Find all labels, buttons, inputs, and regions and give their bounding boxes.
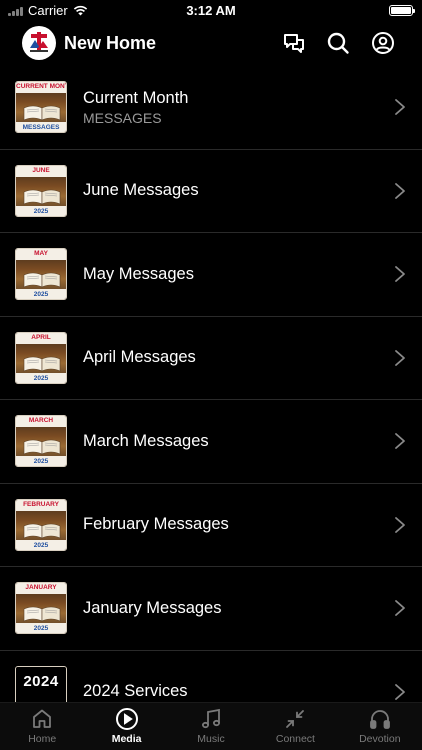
status-bar: Carrier 3:12 AM [0, 0, 422, 22]
thumb-year-label: 2025 [33, 541, 49, 549]
tab-label: Home [28, 733, 57, 745]
music-note-icon [199, 707, 223, 731]
item-text: June Messages [83, 181, 199, 200]
connect-arrows-icon [283, 707, 307, 731]
chevron-right-icon [394, 432, 406, 450]
thumb-year-label: 2024 [23, 672, 59, 690]
thumb-year-label: 2025 [33, 207, 49, 215]
tab-label: Devotion [359, 733, 401, 745]
item-thumbnail: 2024 [15, 665, 67, 704]
chat-icon [284, 34, 304, 53]
thumb-month-label: MARCH [28, 417, 54, 425]
thumb-month-label: CURRENT MONTH [16, 83, 66, 91]
list-item[interactable]: JANUARY 2025 January Messages [0, 567, 422, 651]
tab-devotion[interactable]: Devotion [338, 703, 422, 750]
profile-button[interactable] [370, 30, 396, 56]
item-title: April Messages [83, 348, 196, 367]
list-item[interactable]: JUNE 2025 June Messages [0, 150, 422, 233]
tab-label: Media [111, 733, 142, 745]
media-list: CURRENT MONTH MESSAGES Current Month MES… [0, 66, 422, 704]
search-button[interactable] [325, 30, 351, 56]
item-subtitle: MESSAGES [83, 109, 162, 126]
item-title: 2024 Services [83, 682, 188, 701]
church-logo[interactable] [22, 26, 56, 60]
list-item[interactable]: 2024 2024 Services [0, 651, 422, 704]
item-thumbnail: MAY 2025 [15, 248, 67, 301]
chevron-right-icon [394, 683, 406, 701]
item-text: Current Month MESSAGES [83, 89, 188, 126]
thumb-month-label: MAY [34, 250, 48, 258]
item-thumbnail: CURRENT MONTH MESSAGES [15, 81, 67, 134]
item-title: January Messages [83, 598, 222, 617]
item-text: January Messages [83, 599, 222, 618]
open-bible-icon [23, 189, 61, 205]
battery-icon [389, 5, 415, 16]
chat-button[interactable] [281, 30, 307, 56]
thumb-year-label: 2025 [33, 291, 49, 299]
item-title: February Messages [83, 515, 229, 534]
item-text: February Messages [83, 515, 229, 534]
logo-icon [23, 27, 55, 59]
item-title: March Messages [83, 431, 209, 450]
open-bible-icon [23, 606, 61, 622]
tab-bar: Home Media Music Connect Devotion [0, 702, 422, 750]
chevron-right-icon [394, 599, 406, 617]
item-thumbnail: APRIL 2025 [15, 331, 67, 384]
thumb-year-label: MESSAGES [22, 124, 60, 132]
item-text: May Messages [83, 265, 194, 284]
chevron-right-icon [394, 265, 406, 283]
chevron-right-icon [394, 98, 406, 116]
chevron-right-icon [394, 182, 406, 200]
item-thumbnail: FEBRUARY 2025 [15, 498, 67, 551]
search-icon [327, 32, 349, 54]
item-title: May Messages [83, 264, 194, 283]
play-circle-icon [115, 707, 139, 731]
home-icon [30, 707, 54, 731]
list-item[interactable]: MARCH 2025 March Messages [0, 400, 422, 484]
thumb-month-label: JANUARY [25, 584, 57, 592]
thumb-year-label: 2025 [33, 625, 49, 633]
open-bible-icon [23, 356, 61, 372]
tab-home[interactable]: Home [0, 703, 84, 750]
thumb-month-label: FEBRUARY [23, 500, 59, 508]
thumb-year-label: 2025 [33, 458, 49, 466]
tab-connect[interactable]: Connect [253, 703, 337, 750]
tab-label: Music [197, 733, 225, 745]
list-item[interactable]: CURRENT MONTH MESSAGES Current Month MES… [0, 66, 422, 150]
thumb-month-label: APRIL [31, 333, 51, 341]
status-time: 3:12 AM [186, 3, 236, 18]
item-thumbnail: JANUARY 2025 [15, 582, 67, 635]
open-bible-icon [23, 272, 61, 288]
list-item[interactable]: MAY 2025 May Messages [0, 233, 422, 317]
tab-media[interactable]: Media [84, 703, 168, 750]
list-item[interactable]: APRIL 2025 April Messages [0, 317, 422, 400]
chevron-right-icon [394, 349, 406, 367]
thumb-month-label: JUNE [32, 166, 50, 174]
user-circle-icon [372, 32, 394, 54]
chevron-right-icon [394, 516, 406, 534]
headphones-icon [368, 707, 392, 731]
open-bible-icon [23, 523, 61, 539]
tab-label: Connect [275, 733, 315, 745]
item-title: June Messages [83, 181, 199, 200]
item-thumbnail: JUNE 2025 [15, 164, 67, 217]
item-text: 2024 Services [83, 682, 188, 701]
list-item[interactable]: FEBRUARY 2025 February Messages [0, 484, 422, 567]
page-title: New Home [64, 33, 157, 53]
item-thumbnail: MARCH 2025 [15, 415, 67, 468]
item-text: March Messages [83, 432, 209, 451]
tab-music[interactable]: Music [169, 703, 253, 750]
item-title: Current Month [83, 88, 189, 107]
open-bible-icon [23, 439, 61, 455]
app-header: New Home [0, 24, 422, 64]
item-text: April Messages [83, 348, 196, 367]
thumb-year-label: 2025 [33, 374, 49, 382]
open-bible-icon [23, 105, 61, 121]
